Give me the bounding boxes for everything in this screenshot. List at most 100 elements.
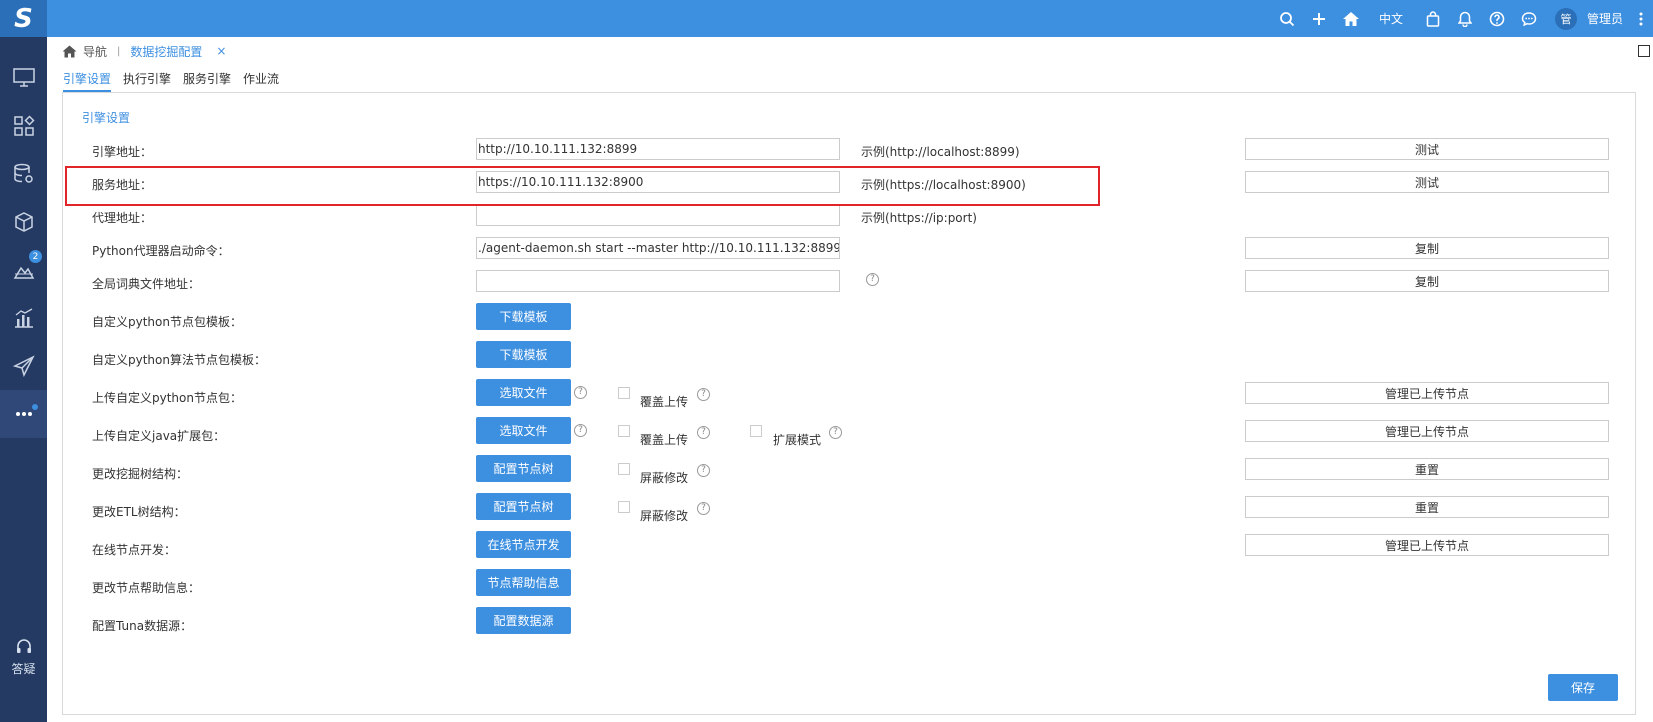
language-switch[interactable]: 中文: [1379, 10, 1403, 27]
proxy-address-input[interactable]: [476, 204, 840, 226]
close-tab-icon[interactable]: ×: [216, 44, 226, 58]
breadcrumb-home[interactable]: 导航: [83, 43, 107, 60]
question-icon[interactable]: ?: [574, 386, 587, 399]
tab-execution-engine[interactable]: 执行引擎: [123, 70, 171, 92]
copy-dictionary-button[interactable]: 复制: [1245, 270, 1609, 292]
node-help-info-button[interactable]: 节点帮助信息: [476, 569, 571, 596]
manage-uploaded-java-button[interactable]: 管理已上传节点: [1245, 420, 1609, 442]
breadcrumb-separator: |: [117, 45, 121, 57]
breadcrumb: 导航 | 数据挖掘配置 ×: [47, 37, 1653, 65]
manage-online-nodes-button[interactable]: 管理已上传节点: [1245, 534, 1609, 556]
manage-uploaded-nodes-button[interactable]: 管理已上传节点: [1245, 382, 1609, 404]
sidebar-item-send[interactable]: [0, 342, 47, 390]
python-command-label: Python代理器启动命令：: [92, 244, 230, 258]
mining-tree-label: 更改挖掘树结构：: [92, 467, 189, 481]
node-help-label: 更改节点帮助信息：: [92, 581, 201, 595]
sidebar: 2 答疑: [0, 37, 47, 722]
save-button[interactable]: 保存: [1548, 674, 1618, 701]
search-icon[interactable]: [1271, 0, 1303, 37]
headset-icon: [16, 638, 31, 653]
question-icon[interactable]: ?: [574, 424, 587, 437]
question-icon[interactable]: ?: [829, 426, 842, 439]
apps-icon: [13, 115, 35, 136]
help-icon[interactable]: [1481, 0, 1513, 37]
python-algo-template-label: 自定义python算法节点包模板：: [92, 353, 266, 367]
sidebar-item-database[interactable]: [0, 150, 47, 198]
engine-address-hint: 示例(http://localhost:8899): [861, 145, 1020, 159]
avatar[interactable]: 管: [1554, 7, 1577, 30]
sidebar-item-monitor[interactable]: [0, 54, 47, 102]
top-bar: S 中文 管 管理员: [0, 0, 1653, 37]
test-engine-button[interactable]: 测试: [1245, 138, 1609, 160]
sidebar-item-more[interactable]: [0, 390, 47, 438]
question-icon[interactable]: ?: [697, 502, 710, 515]
choose-java-file-button[interactable]: 选取文件: [476, 417, 571, 444]
new-dot: [32, 404, 38, 410]
extension-mode-checkbox[interactable]: [750, 425, 762, 437]
tuna-datasource-label: 配置Tuna数据源：: [92, 619, 193, 633]
question-icon[interactable]: ?: [697, 388, 710, 401]
online-dev-label: 在线节点开发：: [92, 543, 177, 557]
test-service-button[interactable]: 测试: [1245, 171, 1609, 193]
home-icon[interactable]: [1335, 0, 1367, 37]
etl-tree-label: 更改ETL树结构：: [92, 505, 186, 519]
panel-title: 引擎设置: [82, 111, 131, 125]
user-name[interactable]: 管理员: [1587, 10, 1623, 27]
copy-command-button[interactable]: 复制: [1245, 237, 1609, 259]
tab-service-engine[interactable]: 服务引擎: [183, 70, 231, 92]
sidebar-item-apps[interactable]: [0, 102, 47, 150]
proxy-address-label: 代理地址：: [92, 211, 153, 225]
monitor-icon: [12, 68, 35, 87]
bell-icon[interactable]: [1449, 0, 1481, 37]
more-horizontal-icon: [15, 412, 32, 416]
breadcrumb-current-tab[interactable]: 数据挖掘配置: [130, 43, 202, 60]
block-mining-edit-checkbox[interactable]: [618, 463, 630, 475]
reset-mining-tree-button[interactable]: 重置: [1245, 458, 1609, 480]
upload-python-label: 上传自定义python节点包：: [92, 391, 242, 405]
paper-plane-icon: [12, 355, 35, 377]
app-logo[interactable]: S: [0, 0, 47, 37]
upload-java-label: 上传自定义java扩展包：: [92, 429, 226, 443]
reset-etl-tree-button[interactable]: 重置: [1245, 496, 1609, 518]
python-node-template-label: 自定义python节点包模板：: [92, 315, 242, 329]
configure-datasource-button[interactable]: 配置数据源: [476, 607, 571, 634]
tab-engine-settings[interactable]: 引擎设置: [63, 70, 112, 92]
python-command-input[interactable]: ./agent-daemon.sh start --master http://…: [476, 237, 840, 259]
sidebar-item-cube[interactable]: [0, 198, 47, 246]
choose-python-file-button[interactable]: 选取文件: [476, 379, 571, 406]
overwrite-java-checkbox[interactable]: [618, 425, 630, 437]
sidebar-item-mining[interactable]: 2: [0, 246, 47, 294]
question-icon[interactable]: ?: [697, 426, 710, 439]
engine-address-input[interactable]: http://10.10.111.132:8899: [476, 138, 840, 160]
home-icon[interactable]: [62, 45, 77, 58]
sidebar-item-reports[interactable]: [0, 294, 47, 342]
highlight-box: [65, 166, 1100, 206]
overwrite-python-checkbox[interactable]: [618, 387, 630, 399]
chat-icon[interactable]: [1513, 0, 1545, 37]
question-icon[interactable]: ?: [697, 464, 710, 477]
tab-bar: 引擎设置 执行引擎 服务引擎 作业流: [63, 70, 291, 92]
dictionary-path-label: 全局词典文件地址：: [92, 277, 201, 291]
engine-address-label: 引擎地址：: [92, 145, 153, 159]
dictionary-path-input[interactable]: [476, 270, 840, 292]
database-gear-icon: [13, 163, 33, 183]
cube-icon: [14, 212, 33, 232]
plus-icon[interactable]: [1303, 0, 1335, 37]
online-node-dev-button[interactable]: 在线节点开发: [476, 531, 571, 558]
help-label: 答疑: [11, 661, 36, 676]
sidebar-help[interactable]: 答疑: [0, 632, 47, 682]
fullscreen-icon[interactable]: [1638, 45, 1650, 57]
overwrite-python-label: 覆盖上传: [640, 395, 689, 409]
extension-mode-label: 扩展模式: [773, 433, 822, 447]
configure-mining-tree-button[interactable]: 配置节点树: [476, 455, 571, 482]
download-algo-template-button[interactable]: 下载模板: [476, 341, 571, 368]
download-node-template-button[interactable]: 下载模板: [476, 303, 571, 330]
question-icon[interactable]: ?: [866, 273, 879, 286]
block-etl-edit-checkbox[interactable]: [618, 501, 630, 513]
notification-badge: 2: [29, 250, 42, 263]
tab-workflow[interactable]: 作业流: [243, 70, 279, 92]
proxy-address-hint: 示例(https://ip:port): [861, 211, 977, 225]
more-vertical-icon[interactable]: [1629, 0, 1653, 37]
bag-icon[interactable]: [1417, 0, 1449, 37]
configure-etl-tree-button[interactable]: 配置节点树: [476, 493, 571, 520]
